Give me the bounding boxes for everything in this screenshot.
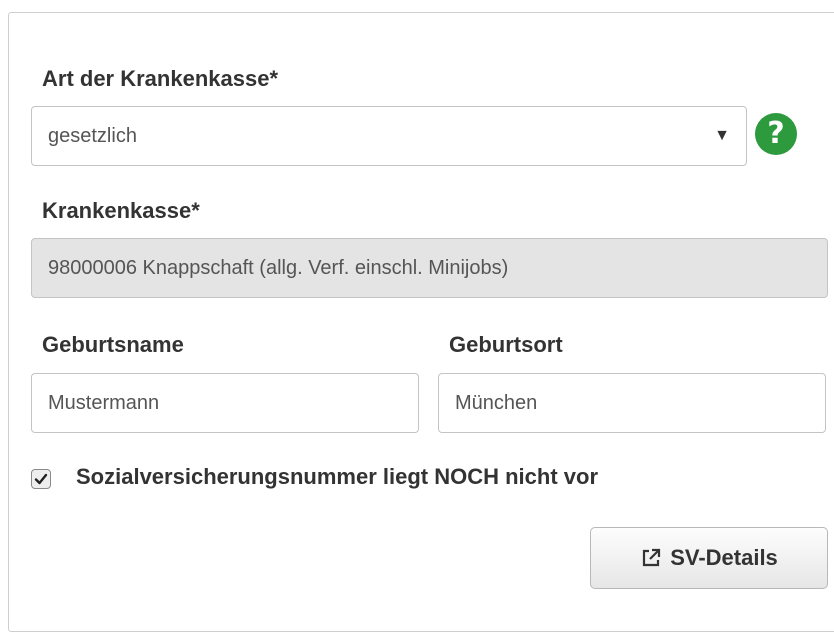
sv-pending-checkbox[interactable] — [31, 469, 51, 489]
birth-name-label: Geburtsname — [42, 332, 184, 357]
external-link-icon — [643, 548, 661, 567]
sv-details-button[interactable]: SV-Details — [590, 527, 828, 589]
insurance-type-select[interactable]: gesetzlich ▼ — [31, 106, 747, 166]
insurer-label: Krankenkasse* — [42, 198, 200, 223]
insurance-type-label: Art der Krankenkasse* — [42, 66, 279, 91]
birth-place-value: München — [455, 392, 538, 414]
checkmark-icon — [34, 473, 48, 485]
sv-details-label: SV-Details — [670, 545, 778, 570]
birth-place-label: Geburtsort — [449, 332, 563, 357]
sv-pending-label[interactable]: Sozialversicherungsnummer liegt NOCH nic… — [76, 464, 598, 490]
dropdown-caret-icon: ▼ — [714, 127, 730, 144]
insurer-field: 98000006 Knappschaft (allg. Verf. einsch… — [31, 238, 828, 298]
insurance-type-selected-value: gesetzlich — [48, 125, 137, 147]
birth-name-input[interactable]: Mustermann — [31, 373, 419, 433]
birth-place-input[interactable]: München — [438, 373, 826, 433]
question-circle-icon[interactable]: ? — [755, 113, 797, 155]
birth-name-value: Mustermann — [48, 392, 160, 414]
insurer-value: 98000006 Knappschaft (allg. Verf. einsch… — [48, 257, 509, 279]
